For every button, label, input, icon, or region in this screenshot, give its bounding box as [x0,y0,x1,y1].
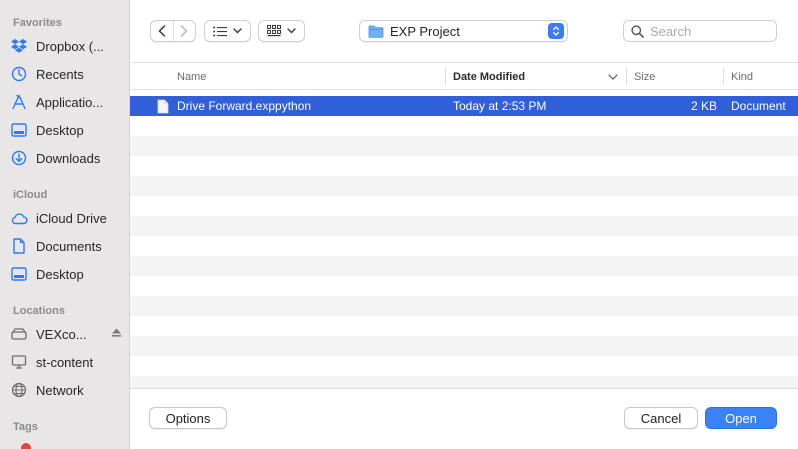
globe-icon [10,381,28,399]
tag-color-dot[interactable] [21,443,31,449]
file-list: Name Date Modified Size Kind Drive Forwa… [130,62,798,388]
sidebar-item-st-content[interactable]: st-content [10,350,124,374]
navigation-buttons [150,20,196,42]
sidebar-item-documents[interactable]: Documents [10,234,124,258]
empty-row [130,356,798,376]
sort-descending-icon [608,74,618,80]
sidebar-item-vexco[interactable]: VEXco... [10,322,124,346]
file-name: Drive Forward.exppython [177,99,312,113]
sidebar-item-label: Recents [36,66,84,82]
sidebar-item-label: Desktop [36,122,84,138]
dialog-footer: Options Cancel Open [130,388,798,449]
grid-icon [267,25,281,37]
back-button[interactable] [151,21,173,41]
sidebar-item-label: Documents [36,238,102,254]
column-header-size[interactable]: Size [634,63,655,90]
sidebar-item-applications[interactable]: Applicatio... [10,90,124,114]
sidebar-item-label: Desktop [36,266,84,282]
sidebar: Favorites Dropbox (... Recents Applicati… [0,0,130,449]
dropbox-icon [10,37,28,55]
toolbar: EXP Project [130,0,798,62]
search-field[interactable] [623,20,777,42]
download-icon [10,149,28,167]
location-popup[interactable]: EXP Project [359,20,568,42]
empty-row [130,156,798,176]
sidebar-section-tags: Tags [13,421,38,433]
sidebar-item-downloads[interactable]: Downloads [10,146,124,170]
sidebar-item-label: iCloud Drive [36,210,107,226]
up-down-chevron-icon [548,23,564,39]
document-icon [10,237,28,255]
sidebar-item-desktop[interactable]: Desktop [10,118,124,142]
column-divider[interactable] [445,68,446,85]
empty-row [130,376,798,388]
column-header-name[interactable]: Name [177,63,206,90]
sidebar-section-locations: Locations [13,305,65,317]
sidebar-item-icloud-desktop[interactable]: Desktop [10,262,124,286]
sidebar-item-label: st-content [36,354,94,370]
column-divider[interactable] [723,68,724,85]
eject-icon[interactable] [111,326,122,341]
chevron-down-icon [287,28,296,34]
chevron-down-icon [233,28,242,34]
column-divider[interactable] [626,68,627,85]
sidebar-item-label: Dropbox (... [36,38,104,54]
file-icon [157,96,169,116]
sidebar-item-label: Network [36,382,84,398]
empty-row [130,196,798,216]
empty-row [130,236,798,256]
sidebar-section-favorites: Favorites [13,17,62,29]
open-button[interactable]: Open [705,407,777,429]
file-kind: Document [731,99,786,113]
file-size: 2 KB [690,99,717,113]
applications-icon [10,93,28,111]
sidebar-section-icloud: iCloud [13,189,48,201]
column-header-kind[interactable]: Kind [731,63,753,90]
chevron-right-icon [181,25,188,37]
desktop-icon [10,265,28,283]
cancel-button[interactable]: Cancel [624,407,698,429]
empty-row [130,176,798,196]
search-icon [631,24,644,38]
empty-row [130,116,798,136]
list-icon [213,26,227,36]
sidebar-item-network[interactable]: Network [10,378,124,402]
table-row[interactable]: Drive Forward.exppython Today at 2:53 PM… [130,96,798,116]
empty-row [130,316,798,336]
table-rows: Drive Forward.exppython Today at 2:53 PM… [130,96,798,388]
table-header: Name Date Modified Size Kind [130,63,798,90]
sidebar-item-dropbox[interactable]: Dropbox (... [10,34,124,58]
sidebar-item-recents[interactable]: Recents [10,62,124,86]
sidebar-item-label: Applicatio... [36,94,104,110]
clock-icon [10,65,28,83]
drive-icon [10,325,28,343]
forward-button[interactable] [172,21,196,41]
empty-row [130,336,798,356]
file-date: Today at 2:53 PM [453,99,547,113]
display-icon [10,353,28,371]
cloud-icon [10,209,28,227]
sidebar-item-icloud-drive[interactable]: iCloud Drive [10,206,124,230]
grid-view-button[interactable] [258,20,305,42]
list-view-button[interactable] [204,20,251,42]
column-header-date-modified[interactable]: Date Modified [453,63,525,90]
empty-row [130,296,798,316]
sidebar-item-label: VEXco... [36,326,87,342]
empty-row [130,276,798,296]
chevron-left-icon [158,25,165,37]
empty-row [130,136,798,156]
sidebar-item-label: Downloads [36,150,101,166]
empty-row [130,216,798,236]
location-label: EXP Project [390,23,460,39]
search-input[interactable] [650,23,770,39]
desktop-icon [10,121,28,139]
empty-row [130,256,798,276]
folder-icon [368,25,384,38]
options-button[interactable]: Options [149,407,227,429]
